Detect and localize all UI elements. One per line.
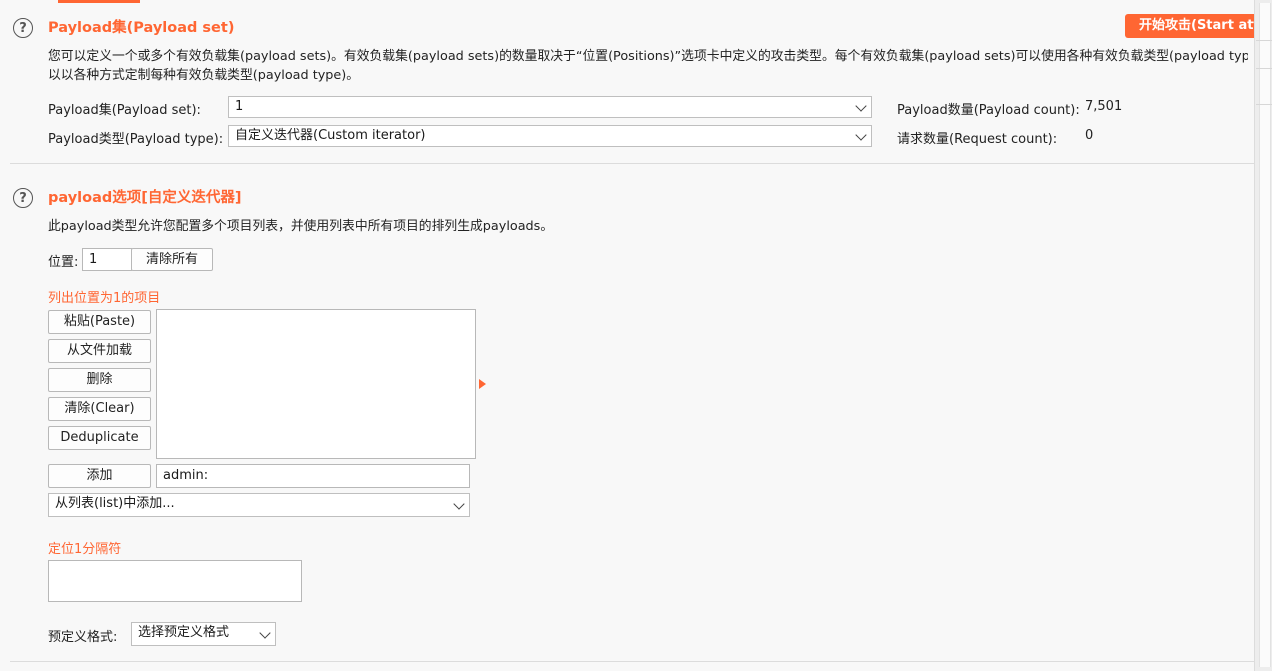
separator-heading: 定位1分隔符 xyxy=(48,542,122,557)
remove-button[interactable]: 删除 xyxy=(48,368,151,392)
start-attack-button[interactable]: 开始攻击(Start attack) xyxy=(1125,14,1265,38)
payload-count-label: Payload数量(Payload count): xyxy=(897,103,1080,118)
separator-input[interactable] xyxy=(48,560,302,602)
request-count-label: 请求数量(Request count): xyxy=(897,132,1058,147)
scrollbar-track[interactable] xyxy=(1259,3,1271,667)
payload-type-select[interactable]: 自定义迭代器(Custom iterator) xyxy=(228,125,872,147)
payload-sets-description-line1: 您可以定义一个或多个有效负载集(payload sets)。有效负载集(payl… xyxy=(48,49,1248,64)
clear-button[interactable]: 清除(Clear) xyxy=(48,397,151,421)
payload-options-title: payload选项[自定义迭代器] xyxy=(48,190,242,206)
clear-all-button[interactable]: 清除所有 xyxy=(131,248,213,271)
predefined-format-value: 选择预定义格式 xyxy=(138,625,230,640)
payload-count-value: 7,501 xyxy=(1085,99,1123,114)
help-icon[interactable]: ? xyxy=(13,18,33,38)
add-button[interactable]: 添加 xyxy=(48,464,151,488)
chevron-down-icon xyxy=(855,100,867,112)
help-icon[interactable]: ? xyxy=(13,188,33,208)
payloads-panel: ? Payload集(Payload set) 开始攻击(Start attac… xyxy=(0,0,1265,671)
load-from-file-button[interactable]: 从文件加载 xyxy=(48,339,151,363)
position-input[interactable]: 1 xyxy=(82,248,132,271)
payload-set-label: Payload集(Payload set): xyxy=(48,103,201,118)
intruder-payloads-page: ? Payload集(Payload set) 开始攻击(Start attac… xyxy=(0,0,1272,671)
predefined-format-select[interactable]: 选择预定义格式 xyxy=(131,622,276,646)
scrollbar-marker xyxy=(1256,68,1272,69)
scrollbar-marker xyxy=(1256,104,1272,105)
payload-items-list[interactable] xyxy=(156,309,476,459)
payload-type-value: 自定义迭代器(Custom iterator) xyxy=(235,128,426,143)
request-count-value: 0 xyxy=(1085,128,1094,143)
list-items-heading: 列出位置为1的项目 xyxy=(48,291,161,306)
paste-button[interactable]: 粘贴(Paste) xyxy=(48,310,151,334)
payload-options-description: 此payload类型允许您配置多个项目列表，并使用列表中所有项目的排列生成pay… xyxy=(48,219,554,234)
section-divider xyxy=(10,163,1254,164)
predefined-format-label: 预定义格式: xyxy=(48,630,118,645)
chevron-down-icon xyxy=(855,129,867,141)
add-item-input[interactable]: admin: xyxy=(156,464,470,488)
payload-sets-title: Payload集(Payload set) xyxy=(48,20,235,36)
deduplicate-button[interactable]: Deduplicate xyxy=(48,426,151,450)
payload-set-select[interactable]: 1 xyxy=(228,96,872,118)
chevron-down-icon xyxy=(453,498,465,510)
add-from-list-value: 从列表(list)中添加... xyxy=(55,496,175,511)
add-from-list-select[interactable]: 从列表(list)中添加... xyxy=(48,493,470,517)
scrollbar-marker xyxy=(1256,40,1272,41)
active-tab-indicator xyxy=(58,0,140,3)
payload-type-label: Payload类型(Payload type): xyxy=(48,132,224,147)
payload-set-value: 1 xyxy=(235,99,244,114)
expand-arrow-icon[interactable] xyxy=(479,379,486,389)
chevron-down-icon xyxy=(259,627,271,639)
right-scrollbar[interactable] xyxy=(1254,0,1272,671)
position-label: 位置: xyxy=(48,255,79,270)
section-divider xyxy=(10,661,1254,662)
payload-sets-description-line2: 以以各种方式定制每种有效负载类型(payload type)。 xyxy=(48,68,360,83)
